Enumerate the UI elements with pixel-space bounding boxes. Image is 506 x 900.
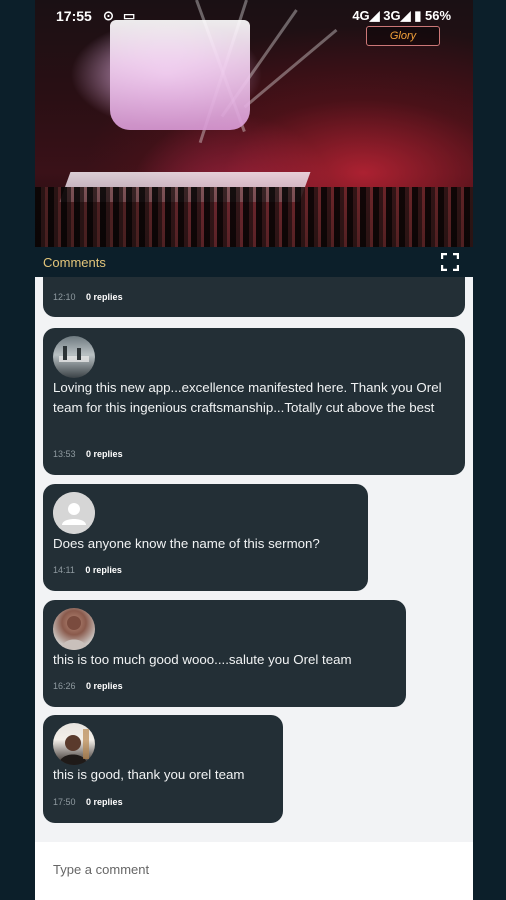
comment-text: Does anyone know the name of this sermon… xyxy=(53,536,320,551)
comments-title: Comments xyxy=(43,255,106,270)
photo-avatar-icon xyxy=(61,616,87,650)
comment-meta: 14:11 0 replies xyxy=(53,565,122,575)
status-indicators: 4G◢ 3G◢ ▮ 56% xyxy=(352,8,451,23)
comment-replies[interactable]: 0 replies xyxy=(86,449,123,459)
comment-text: this is too much good wooo....salute you… xyxy=(53,652,352,667)
comment-meta: 13:53 0 replies xyxy=(53,449,123,459)
user-avatar[interactable] xyxy=(53,492,95,534)
app-frame: 17:55 ⊙ ▭ 4G◢ 3G◢ ▮ 56% Glory Comments 1… xyxy=(35,0,473,900)
comment-time: 16:26 xyxy=(53,681,76,691)
cast-icon: ▭ xyxy=(123,8,136,23)
comment-time: 14:11 xyxy=(53,565,75,575)
user-avatar[interactable] xyxy=(53,336,95,378)
photo-avatar-icon xyxy=(59,346,89,362)
comment-replies[interactable]: 0 replies xyxy=(85,565,122,575)
photo-avatar-icon xyxy=(59,729,89,765)
comment-meta: 16:26 0 replies xyxy=(53,681,123,691)
comment-bubble: this is good, thank you orel team 17:50 … xyxy=(43,715,283,823)
comment-meta: 17:50 0 replies xyxy=(53,797,123,807)
comment-bubble: this is too much good wooo....salute you… xyxy=(43,600,406,707)
comment-input[interactable] xyxy=(51,856,455,882)
comment-replies[interactable]: 0 replies xyxy=(86,681,123,691)
crowd xyxy=(35,187,473,247)
comment-bubble: Loving this new app...excellence manifes… xyxy=(43,328,465,475)
fullscreen-icon[interactable] xyxy=(441,253,459,271)
comment-text: Loving this new app...excellence manifes… xyxy=(53,380,442,415)
record-icon: ⊙ xyxy=(103,8,114,23)
comment-time: 13:53 xyxy=(53,449,76,459)
stage-screen xyxy=(110,20,250,130)
default-user-icon xyxy=(53,492,95,534)
comment-time: 17:50 xyxy=(53,797,76,807)
comment-time: 12:10 xyxy=(53,292,76,302)
comment-replies[interactable]: 0 replies xyxy=(86,797,123,807)
comment-bubble: Does anyone know the name of this sermon… xyxy=(43,484,368,591)
comments-list[interactable]: 12:10 0 replies Loving this new app...ex… xyxy=(35,277,473,837)
user-avatar[interactable] xyxy=(53,723,95,765)
status-time: 17:55 xyxy=(56,8,92,24)
comments-header: Comments xyxy=(35,247,473,277)
user-avatar[interactable] xyxy=(53,608,95,650)
comment-input-bar xyxy=(35,842,473,900)
channel-logo: Glory xyxy=(366,26,440,46)
comment-bubble: 12:10 0 replies xyxy=(43,277,465,317)
light-beam xyxy=(243,28,338,109)
comment-text: this is good, thank you orel team xyxy=(53,767,245,782)
video-player[interactable]: 17:55 ⊙ ▭ 4G◢ 3G◢ ▮ 56% Glory xyxy=(35,0,473,247)
comment-replies[interactable]: 0 replies xyxy=(86,292,123,302)
comment-meta: 12:10 0 replies xyxy=(53,292,123,302)
